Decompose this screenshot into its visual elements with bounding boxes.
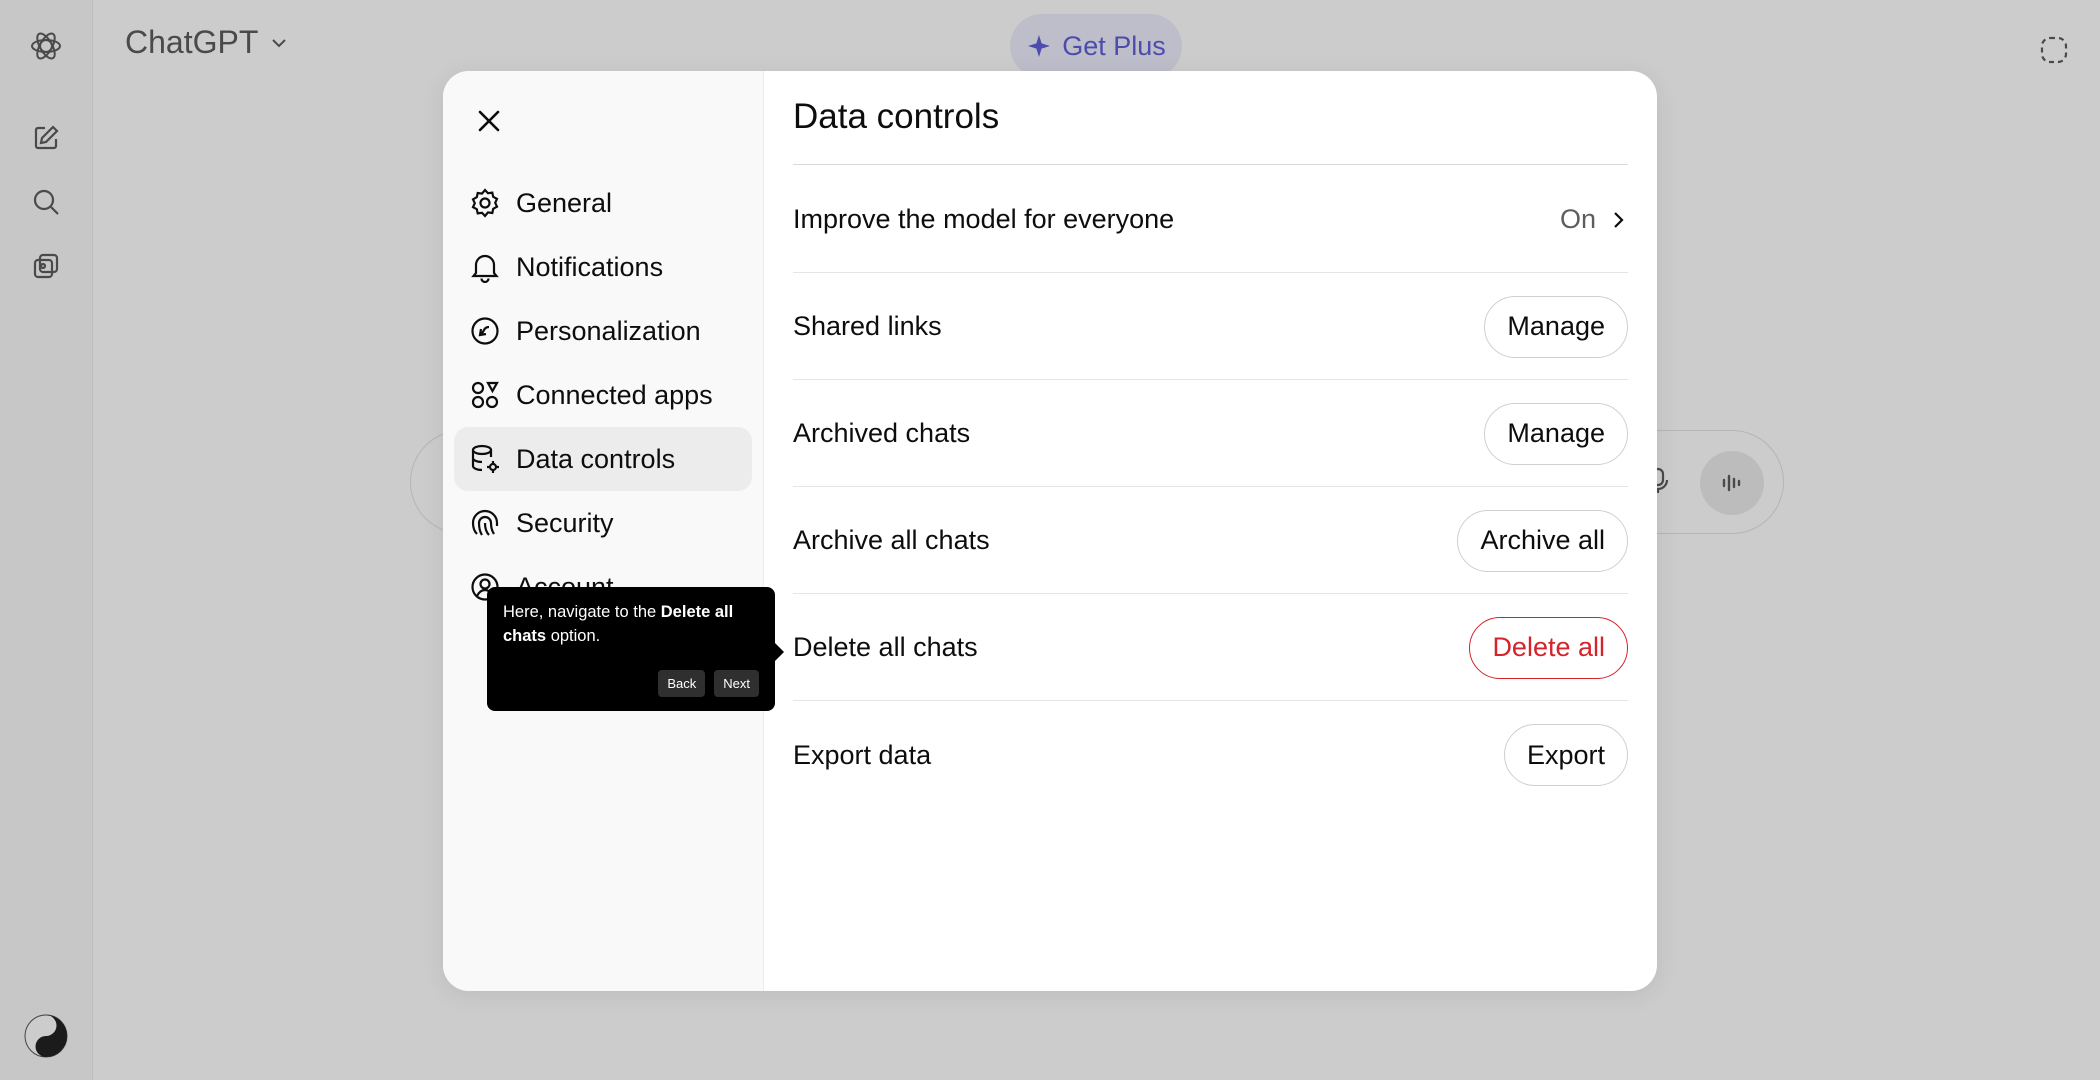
archive-all-button[interactable]: Archive all <box>1457 509 1628 572</box>
nav-label: Data controls <box>516 443 676 474</box>
nav-item-general[interactable]: General <box>454 171 752 235</box>
row-archive-all: Archive all chats Archive all <box>793 488 1628 594</box>
improve-model-toggle[interactable]: On <box>1560 204 1628 235</box>
close-icon <box>478 110 500 132</box>
row-label: Shared links <box>793 311 942 341</box>
tooltip-arrow <box>775 643 784 661</box>
personalization-icon <box>468 314 502 348</box>
nav-item-data-controls[interactable]: Data controls <box>454 427 752 491</box>
delete-all-button[interactable]: Delete all <box>1469 616 1628 679</box>
nav-label: General <box>516 187 613 218</box>
tooltip-text-post: option. <box>546 627 601 645</box>
manage-shared-links-button[interactable]: Manage <box>1484 295 1628 358</box>
chevron-right-icon <box>1614 211 1624 228</box>
nav-item-notifications[interactable]: Notifications <box>454 235 752 299</box>
row-delete-all: Delete all chats Delete all <box>793 595 1628 701</box>
row-value: On <box>1559 204 1596 234</box>
manage-archived-chats-button[interactable]: Manage <box>1484 402 1628 465</box>
settings-sidebar: General Notifications Personalization Co… <box>443 71 764 991</box>
export-button[interactable]: Export <box>1503 724 1628 786</box>
tooltip-back-button[interactable]: Back <box>658 670 706 697</box>
database-gear-icon <box>468 442 502 476</box>
row-label: Export data <box>793 739 932 770</box>
settings-content: Data controls Improve the model for ever… <box>793 71 1628 991</box>
close-button[interactable] <box>469 101 509 141</box>
nav-label: Notifications <box>516 251 664 282</box>
nav-item-security[interactable]: Security <box>454 491 752 555</box>
fingerprint-icon <box>468 506 502 540</box>
apps-icon <box>468 378 502 412</box>
row-improve-model[interactable]: Improve the model for everyone On <box>793 167 1628 273</box>
tooltip-next-button[interactable]: Next <box>714 670 759 697</box>
nav-item-connected-apps[interactable]: Connected apps <box>454 363 752 427</box>
nav-item-personalization[interactable]: Personalization <box>454 299 752 363</box>
row-shared-links: Shared links Manage <box>793 274 1628 380</box>
nav-label: Security <box>516 507 614 538</box>
tooltip-text-pre: Here, navigate to the <box>503 603 661 621</box>
row-export-data: Export data Export <box>793 702 1628 808</box>
row-label: Delete all chats <box>793 632 978 662</box>
section-title: Data controls <box>793 97 1000 136</box>
row-label: Archive all chats <box>793 525 990 555</box>
settings-modal: General Notifications Personalization Co… <box>443 71 1657 991</box>
walkthrough-tooltip: Here, navigate to the Delete all chats o… <box>487 587 784 711</box>
gear-icon <box>468 186 502 220</box>
tooltip-text: Here, navigate to the Delete all chats o… <box>503 600 759 648</box>
row-label: Improve the model for everyone <box>793 204 1175 234</box>
nav-label: Personalization <box>516 315 701 346</box>
nav-label: Connected apps <box>516 379 713 410</box>
row-label: Archived chats <box>793 418 971 448</box>
bell-icon <box>468 250 502 284</box>
divider <box>793 164 1628 165</box>
row-archived-chats: Archived chats Manage <box>793 381 1628 487</box>
